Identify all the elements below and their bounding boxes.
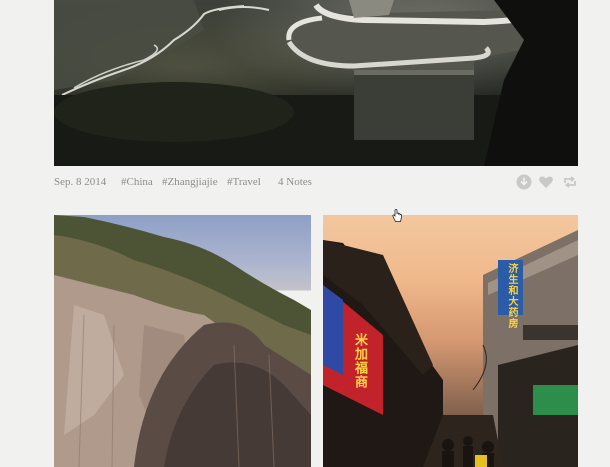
tag-china[interactable]: #China: [121, 176, 153, 188]
tag-zhangjiajie[interactable]: #Zhangjiajie: [162, 176, 218, 188]
post-meta: Sep. 8 2014 #China #Zhangjiajie #Travel …: [54, 174, 578, 192]
photo-cliff-arch[interactable]: [54, 215, 311, 467]
notes-count[interactable]: 4 Notes: [278, 176, 312, 188]
reblog-icon[interactable]: [562, 174, 578, 190]
post-date[interactable]: Sep. 8 2014: [54, 176, 106, 188]
hand-cursor-icon: [392, 209, 402, 222]
photo-street-scene[interactable]: 济生和大药房 米加福商: [323, 215, 578, 467]
photo-winding-mountain-road[interactable]: [54, 0, 578, 166]
heart-icon[interactable]: [538, 174, 554, 190]
shop-sign: 米加福商: [352, 333, 367, 389]
tag-travel[interactable]: #Travel: [227, 176, 261, 188]
download-icon[interactable]: [516, 174, 532, 190]
photo-post-page: Sep. 8 2014 #China #Zhangjiajie #Travel …: [0, 0, 610, 467]
pharmacy-sign: 济生和大药房: [506, 263, 517, 329]
